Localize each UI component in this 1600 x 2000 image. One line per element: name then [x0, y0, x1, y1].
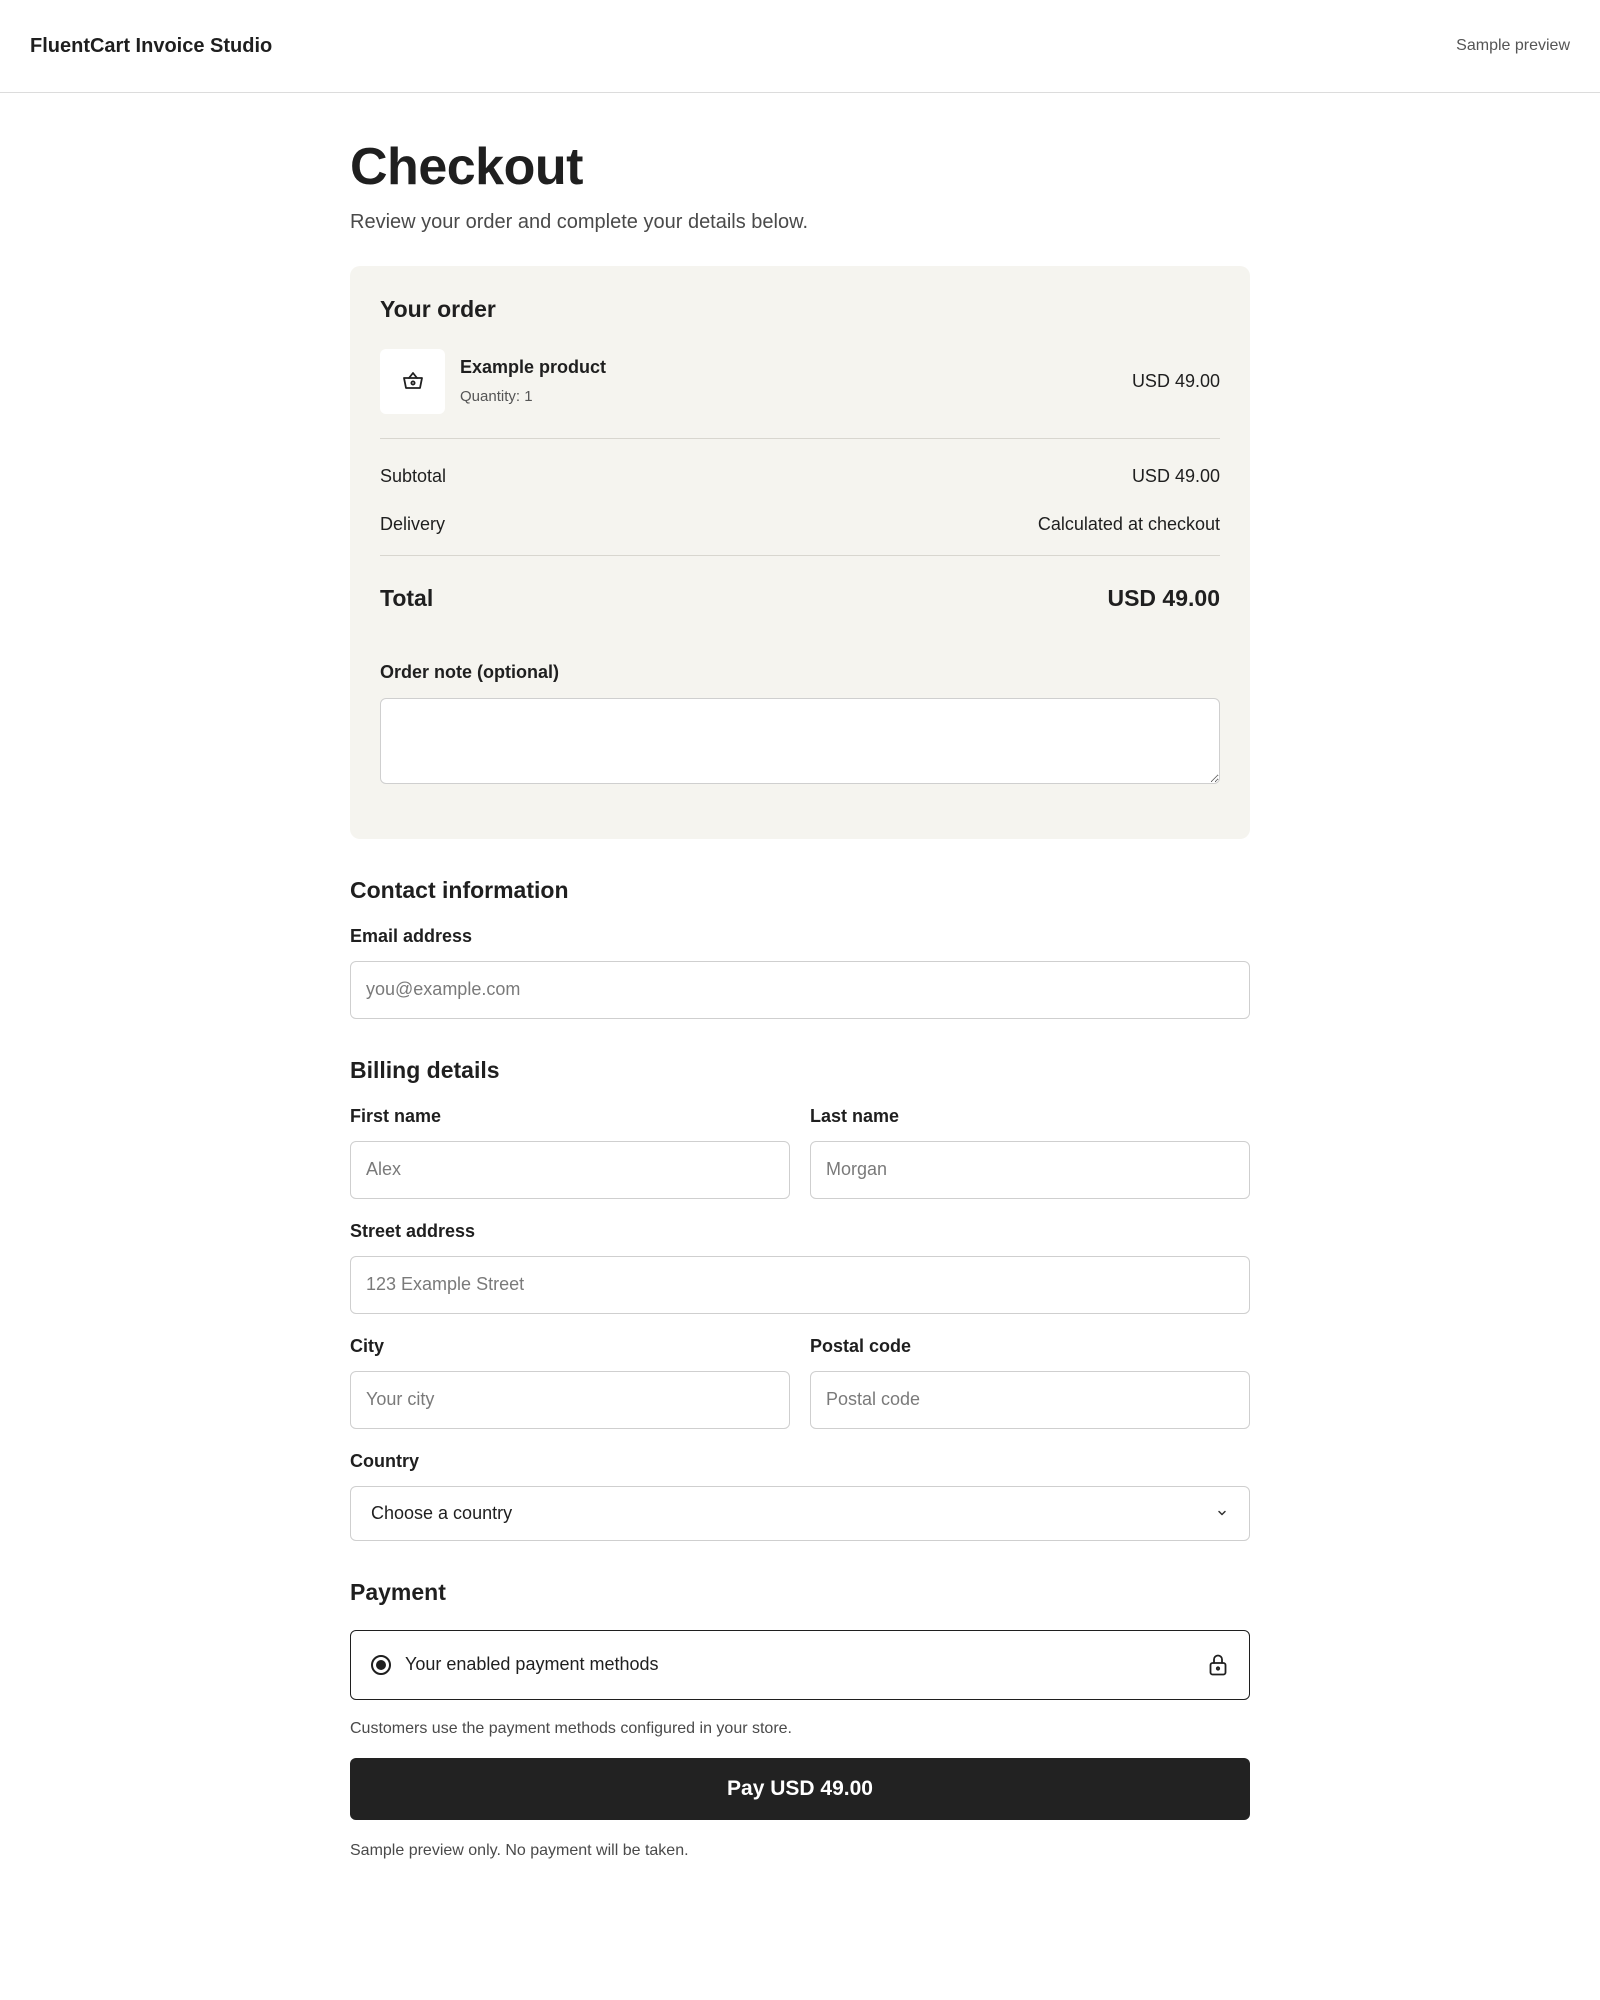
- radio-selected-dot: [376, 1659, 386, 1670]
- payment-heading: Payment: [350, 1578, 446, 1605]
- order-summary-card: Your order Example product Quantity: 1 U…: [350, 265, 1250, 839]
- payment-help-text: Customers use the payment methods config…: [350, 1719, 792, 1737]
- payment-method-left: Your enabled payment methods: [371, 1654, 659, 1675]
- payment-disclaimer: Sample preview only. No payment will be …: [350, 1841, 689, 1859]
- delivery-label: Delivery: [380, 513, 446, 534]
- total-label: Total: [380, 584, 434, 611]
- billing-heading: Billing details: [350, 1056, 500, 1083]
- postal-group: Postal code: [810, 1314, 1250, 1429]
- sample-preview-label: Sample preview: [1456, 37, 1570, 54]
- chevron-down-icon: [1218, 1510, 1226, 1516]
- summary-rows: Subtotal USD 49.00 Delivery Calculated a…: [380, 439, 1220, 556]
- country-select[interactable]: Choose a country: [350, 1485, 1250, 1541]
- country-label: Country: [350, 1450, 419, 1471]
- name-row: First name Last name: [350, 1084, 1250, 1199]
- total-row: Total USD 49.00: [380, 585, 1220, 612]
- product-quantity: Quantity: 1: [460, 388, 533, 406]
- product-thumbnail: [380, 348, 445, 414]
- brand-name: FluentCart Invoice Studio: [30, 34, 273, 57]
- delivery-row: Delivery Calculated at checkout: [380, 513, 1220, 535]
- street-label: Street address: [350, 1220, 476, 1241]
- order-note-input[interactable]: [380, 697, 1220, 784]
- first-name-input[interactable]: [350, 1140, 790, 1199]
- payment-method-label: Your enabled payment methods: [405, 1654, 659, 1675]
- payment-method-option[interactable]: Your enabled payment methods: [350, 1629, 1250, 1700]
- pay-button[interactable]: Pay USD 49.00: [350, 1757, 1250, 1820]
- last-name-input[interactable]: [810, 1140, 1250, 1199]
- last-name-group: Last name: [810, 1084, 1250, 1199]
- payment-method-radio[interactable]: [371, 1654, 391, 1675]
- city-group: City: [350, 1314, 790, 1429]
- subtotal-row: Subtotal USD 49.00: [380, 465, 1220, 487]
- email-label: Email address: [350, 925, 473, 946]
- subtotal-label: Subtotal: [380, 465, 447, 486]
- basket-icon: [402, 372, 423, 389]
- product-name: Example product: [460, 357, 607, 378]
- city-input[interactable]: [350, 1370, 790, 1429]
- first-name-group: First name: [350, 1084, 790, 1199]
- email-input[interactable]: [350, 960, 1250, 1019]
- subtotal-value: USD 49.00: [1131, 465, 1220, 486]
- country-select-wrap: Choose a country: [350, 1485, 1250, 1541]
- country-selected-value: Choose a country: [371, 1502, 513, 1523]
- street-input[interactable]: [350, 1255, 1250, 1314]
- city-postal-row: City Postal code: [350, 1314, 1250, 1429]
- product-price: USD 49.00: [1131, 370, 1220, 391]
- lock-icon: [1209, 1654, 1227, 1675]
- order-note-label: Order note (optional): [380, 661, 559, 682]
- postal-input[interactable]: [810, 1370, 1250, 1429]
- product-info: Example product Quantity: 1: [460, 357, 1132, 405]
- order-line-item: Example product Quantity: 1 USD 49.00: [380, 348, 1220, 439]
- delivery-value: Calculated at checkout: [1037, 513, 1220, 534]
- last-name-label: Last name: [810, 1105, 900, 1126]
- total-value: USD 49.00: [1107, 584, 1220, 611]
- postal-label: Postal code: [810, 1335, 912, 1356]
- top-bar: FluentCart Invoice Studio Sample preview: [0, 0, 1600, 93]
- contact-heading: Contact information: [350, 876, 569, 903]
- page-title: Checkout: [350, 138, 583, 196]
- order-heading: Your order: [380, 295, 496, 322]
- checkout-main: Checkout Review your order and complete …: [350, 93, 1250, 1860]
- city-label: City: [350, 1335, 385, 1356]
- first-name-label: First name: [350, 1105, 442, 1126]
- page-subtitle: Review your order and complete your deta…: [350, 210, 809, 233]
